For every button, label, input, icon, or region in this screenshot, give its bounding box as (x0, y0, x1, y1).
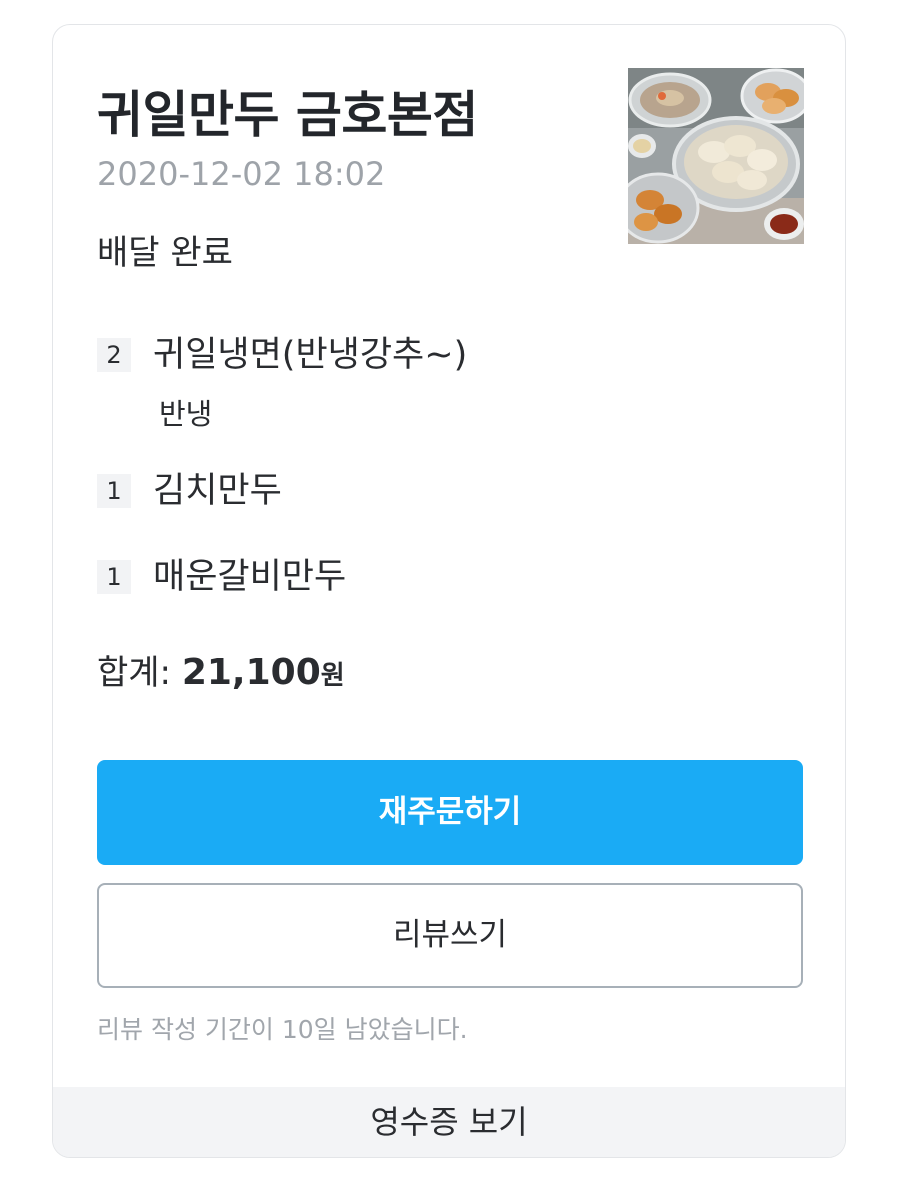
view-receipt-button[interactable]: 영수증 보기 (53, 1087, 845, 1157)
order-card: 귀일만두 금호본점 2020-12-02 18:02 배달 완료 2 귀일냉면(… (52, 24, 846, 1158)
food-photo-image (628, 68, 804, 244)
total-amount: 21,100 (181, 652, 321, 693)
total-label: 합계: (97, 653, 182, 693)
store-name[interactable]: 귀일만두 금호본점 (97, 75, 478, 147)
review-period-note: 리뷰 작성 기간이 10일 남았습니다. (97, 1015, 468, 1044)
quantity-badge: 1 (97, 474, 131, 508)
quantity-badge: 1 (97, 560, 131, 594)
item-name: 귀일냉면(반냉강추~) (153, 335, 468, 375)
item-name: 매운갈비만두 (153, 557, 347, 597)
item-name: 김치만두 (153, 471, 282, 511)
store-thumbnail[interactable] (628, 68, 804, 244)
quantity-badge: 2 (97, 338, 131, 372)
write-review-button[interactable]: 리뷰쓰기 (97, 883, 803, 988)
order-date: 2020-12-02 18:02 (97, 155, 386, 193)
order-total: 합계: 21,100원 (97, 645, 345, 694)
order-status: 배달 완료 (97, 233, 233, 273)
item-option: 반냉 (159, 397, 213, 431)
total-unit: 원 (320, 661, 345, 691)
reorder-button[interactable]: 재주문하기 (97, 760, 803, 865)
